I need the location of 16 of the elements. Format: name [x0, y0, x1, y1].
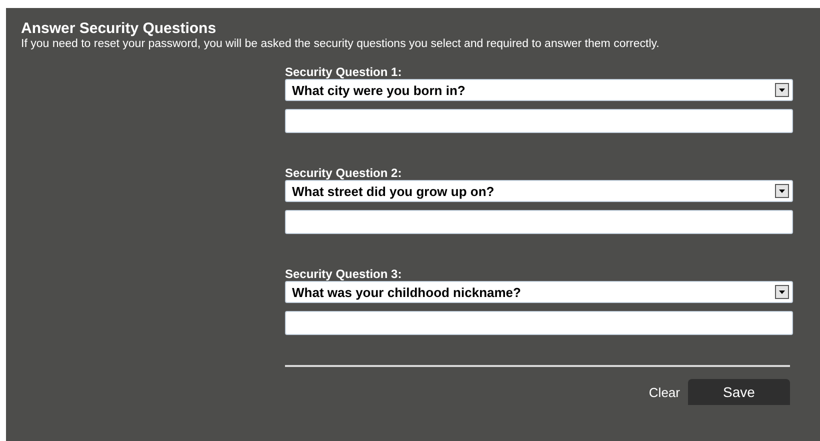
question-label: Security Question 2:	[285, 167, 403, 180]
question-dropdown[interactable]: What city were you born in?	[285, 79, 793, 101]
clear-link[interactable]: Clear	[648, 384, 680, 400]
question-label: Security Question 3:	[285, 268, 403, 281]
answer-field[interactable]	[285, 109, 793, 133]
question-label: Security Question 1:	[285, 66, 403, 79]
answer-field[interactable]	[285, 311, 793, 335]
caret-icon	[775, 83, 789, 97]
question-dropdown[interactable]: What was your childhood nickname?	[285, 281, 793, 303]
form-description: If you need to reset your password, you will be asked the security questions you select and required to answer them correctly.	[21, 37, 660, 51]
form-title: Answer Security Questions	[21, 20, 218, 37]
question-dropdown[interactable]: What street did you grow up on?	[285, 180, 793, 202]
caret-icon	[775, 184, 789, 198]
answer-field[interactable]	[285, 210, 793, 234]
save-button[interactable]: Save	[688, 379, 790, 405]
caret-icon	[775, 285, 789, 299]
